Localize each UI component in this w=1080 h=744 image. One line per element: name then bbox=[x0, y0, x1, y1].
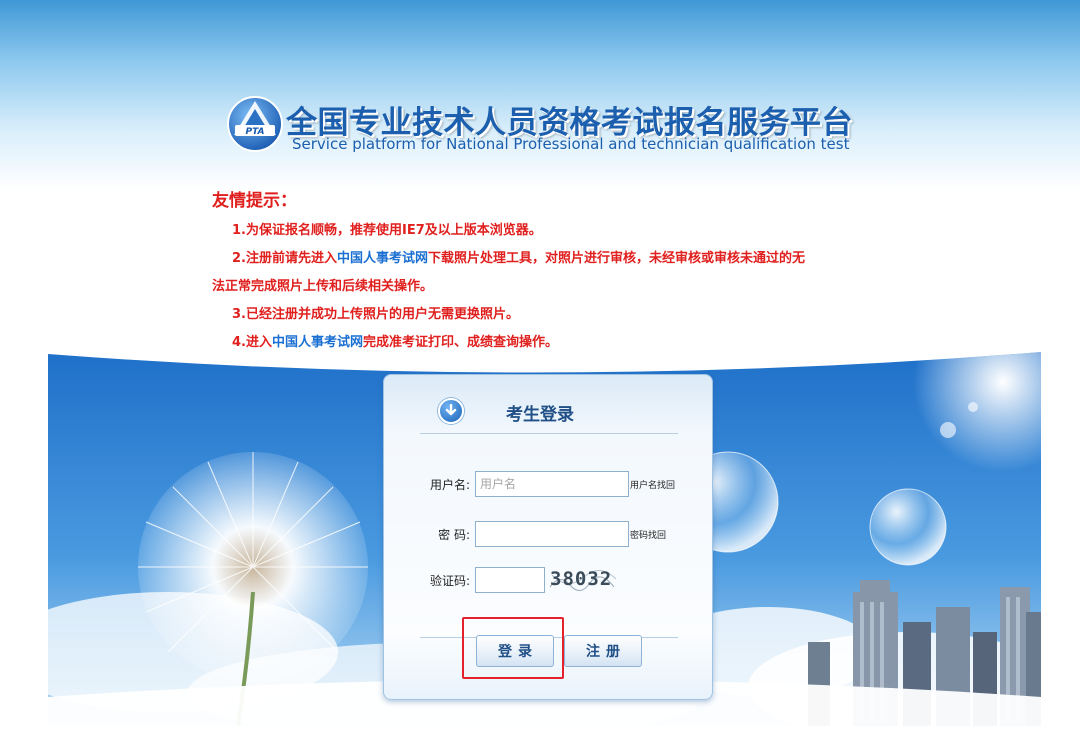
password-row: 密 码: 密码找回 bbox=[384, 521, 714, 547]
username-label: 用户名: bbox=[429, 478, 470, 492]
notice-text: 完成准考证打印、成绩查询操作。 bbox=[363, 335, 559, 350]
password-input[interactable] bbox=[475, 521, 629, 547]
captcha-text: 38032 bbox=[550, 568, 612, 590]
divider bbox=[420, 433, 678, 434]
captcha-input[interactable] bbox=[475, 567, 545, 593]
username-row: 用户名: 用户名找回 bbox=[384, 471, 714, 497]
captcha-label: 验证码: bbox=[429, 574, 470, 588]
logo-text: PTA bbox=[245, 127, 264, 137]
username-input[interactable] bbox=[475, 471, 629, 497]
notice-item-2: 2.注册前请先进入中国人事考试网下载照片处理工具，对照片进行审核，未经审核或审核… bbox=[212, 245, 902, 273]
notice-text: 法正常完成照片上传和后续相关操作。 bbox=[212, 279, 434, 294]
notice-text: 下载照片处理工具，对照片进行审核，未经审核或审核未通过的无 bbox=[428, 251, 806, 266]
notice-text: 3.已经注册并成功上传照片的用户无需更换照片。 bbox=[232, 307, 519, 322]
arrow-down-circle-icon bbox=[438, 398, 464, 424]
cpta-link[interactable]: 中国人事考试网 bbox=[337, 251, 428, 266]
notice-item-1: 1.为保证报名顺畅，推荐使用IE7及以上版本浏览器。 bbox=[212, 217, 902, 245]
notice-panel: 友情提示： 1.为保证报名顺畅，推荐使用IE7及以上版本浏览器。 2.注册前请先… bbox=[212, 186, 902, 357]
site-header: PTA 全国专业技术人员资格考试报名服务平台 Service platform … bbox=[226, 93, 876, 159]
notice-item-3: 3.已经注册并成功上传照片的用户无需更换照片。 bbox=[212, 301, 902, 329]
login-title: 考生登录 bbox=[506, 405, 574, 425]
password-label: 密 码: bbox=[438, 528, 470, 542]
register-button[interactable]: 注册 bbox=[564, 635, 642, 667]
notice-text: 2.注册前请先进入 bbox=[232, 251, 337, 266]
notice-text: 1.为保证报名顺畅，推荐使用IE7及以上版本浏览器。 bbox=[232, 223, 542, 238]
notice-item-2-continued: 法正常完成照片上传和后续相关操作。 bbox=[212, 273, 902, 301]
notice-text: 4.进入 bbox=[232, 335, 272, 350]
username-recover-link[interactable]: 用户名找回 bbox=[630, 478, 675, 491]
highlight-annotation bbox=[462, 617, 564, 679]
captcha-image[interactable]: 38032 bbox=[548, 565, 618, 593]
notice-title: 友情提示： bbox=[212, 191, 297, 211]
cpta-link[interactable]: 中国人事考试网 bbox=[272, 335, 363, 350]
password-recover-link[interactable]: 密码找回 bbox=[630, 528, 666, 541]
login-header: 考生登录 bbox=[384, 375, 714, 435]
site-subtitle: Service platform for National Profession… bbox=[292, 135, 850, 153]
pta-logo-icon: PTA bbox=[227, 96, 283, 152]
